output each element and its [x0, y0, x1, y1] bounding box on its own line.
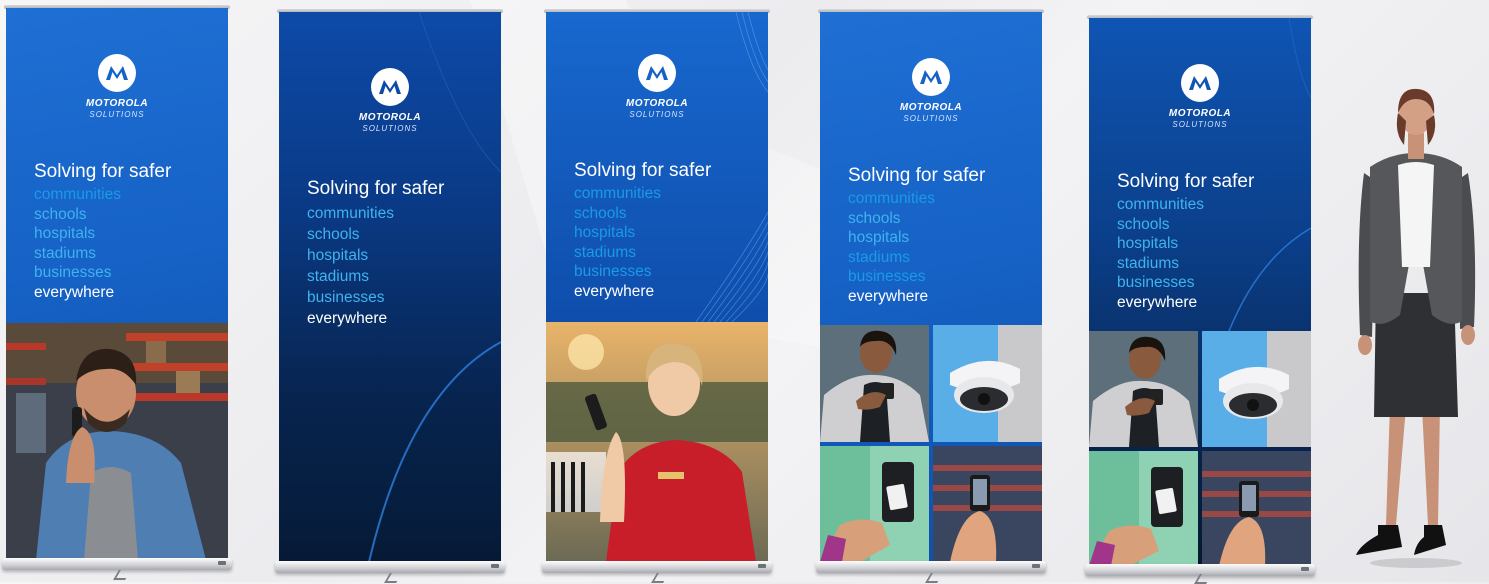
- audience-line: hospitals: [1117, 235, 1179, 252]
- banner-base: [275, 561, 505, 573]
- logo-subtext: SOLUTIONS: [362, 124, 418, 133]
- audience-line-highlight: everywhere: [848, 287, 929, 305]
- audience-line: hospitals: [848, 229, 910, 246]
- audience-line: hospitals: [307, 247, 369, 264]
- four-image-grid: [820, 325, 1042, 562]
- banner-graphic: MOTOROLA SOLUTIONS Solving for safer com…: [279, 12, 501, 562]
- logo-wordmark: MOTOROLA: [625, 98, 689, 109]
- headline: Solving for safer: [307, 178, 445, 199]
- logo-wordmark: MOTOROLA: [85, 98, 149, 109]
- motorola-solutions-logo: MOTOROLA SOLUTIONS: [57, 54, 177, 119]
- audience-list: communities schools hospitals stadiums b…: [307, 203, 394, 329]
- audience-line: schools: [1117, 215, 1170, 233]
- audience-list: communities schools hospitals stadiums b…: [848, 189, 935, 306]
- audience-line-highlight: everywhere: [34, 283, 115, 301]
- audience-line: schools: [574, 204, 627, 222]
- audience-line: businesses: [848, 268, 926, 285]
- audience-line: communities: [307, 205, 394, 222]
- banner-base: [816, 561, 1046, 573]
- audience-line: schools: [848, 209, 901, 227]
- audience-line: businesses: [1117, 274, 1195, 291]
- banner-foot: [113, 570, 131, 580]
- banner-stand-2: MOTOROLA SOLUTIONS Solving for safer com…: [275, 9, 505, 583]
- audience-line-highlight: everywhere: [1117, 293, 1198, 311]
- audience-list: communities schools hospitals stadiums b…: [1117, 195, 1204, 312]
- headline: Solving for safer: [1117, 171, 1255, 192]
- audience-list: communities schools hospitals stadiums b…: [34, 185, 121, 302]
- audience-line: communities: [848, 190, 935, 207]
- banner-stand-3: MOTOROLA SOLUTIONS Solving for safer com…: [542, 9, 772, 583]
- motorola-m-batwing-icon: [371, 68, 409, 106]
- audience-line: schools: [307, 226, 360, 243]
- audience-line: communities: [34, 186, 121, 203]
- audience-line: communities: [574, 185, 661, 202]
- banner-stand-5: MOTOROLA SOLUTIONS Solving for safer com…: [1085, 15, 1315, 584]
- audience-line: businesses: [574, 263, 652, 280]
- four-image-grid: [1089, 331, 1311, 566]
- audience-list: communities schools hospitals stadiums b…: [574, 184, 661, 301]
- motorola-solutions-logo: MOTOROLA SOLUTIONS: [330, 68, 450, 133]
- motorola-m-batwing-icon: [1181, 64, 1219, 102]
- audience-line: stadiums: [574, 243, 637, 261]
- banner-graphic: MOTOROLA SOLUTIONS Solving for safer com…: [6, 8, 228, 560]
- audience-line: stadiums: [848, 248, 911, 266]
- motorola-solutions-logo: MOTOROLA SOLUTIONS: [871, 58, 991, 123]
- logo-subtext: SOLUTIONS: [903, 114, 959, 123]
- logo-wordmark: MOTOROLA: [899, 102, 963, 113]
- warehouse-worker-photo: [6, 323, 228, 560]
- banner-graphic: MOTOROLA SOLUTIONS Solving for safer com…: [1089, 18, 1311, 566]
- event-staff-photo: [546, 322, 768, 562]
- banner-graphic: MOTOROLA SOLUTIONS Solving for safer com…: [820, 12, 1042, 562]
- logo-wordmark: MOTOROLA: [1168, 108, 1232, 119]
- audience-line: hospitals: [574, 224, 636, 241]
- audience-line: stadiums: [1117, 254, 1180, 272]
- motorola-m-batwing-icon: [98, 54, 136, 92]
- banner-base: [542, 561, 772, 573]
- audience-line: schools: [34, 205, 87, 223]
- logo-subtext: SOLUTIONS: [629, 110, 685, 119]
- banner-base: [2, 558, 232, 570]
- audience-line-highlight: everywhere: [307, 310, 388, 327]
- banner-stand-4: MOTOROLA SOLUTIONS Solving for safer com…: [816, 9, 1046, 583]
- motorola-solutions-logo: MOTOROLA SOLUTIONS: [1140, 64, 1260, 129]
- motorola-m-batwing-icon: [638, 54, 676, 92]
- banner-graphic: MOTOROLA SOLUTIONS Solving for safer com…: [546, 12, 768, 562]
- headline: Solving for safer: [34, 161, 172, 182]
- logo-wordmark: MOTOROLA: [358, 112, 422, 123]
- banner-stand-1: MOTOROLA SOLUTIONS Solving for safer com…: [2, 5, 232, 580]
- motorola-m-batwing-icon: [912, 58, 950, 96]
- audience-line: stadiums: [307, 268, 370, 285]
- logo-subtext: SOLUTIONS: [89, 110, 145, 119]
- scale-reference-woman: [1350, 85, 1482, 570]
- headline: Solving for safer: [574, 160, 712, 181]
- logo-subtext: SOLUTIONS: [1172, 120, 1228, 129]
- audience-line: stadiums: [34, 244, 97, 262]
- audience-line: communities: [1117, 196, 1204, 213]
- audience-line: hospitals: [34, 225, 96, 242]
- headline: Solving for safer: [848, 165, 986, 186]
- audience-line: businesses: [34, 264, 112, 281]
- audience-line-highlight: everywhere: [574, 282, 655, 300]
- audience-line: businesses: [307, 289, 385, 306]
- motorola-solutions-logo: MOTOROLA SOLUTIONS: [597, 54, 717, 119]
